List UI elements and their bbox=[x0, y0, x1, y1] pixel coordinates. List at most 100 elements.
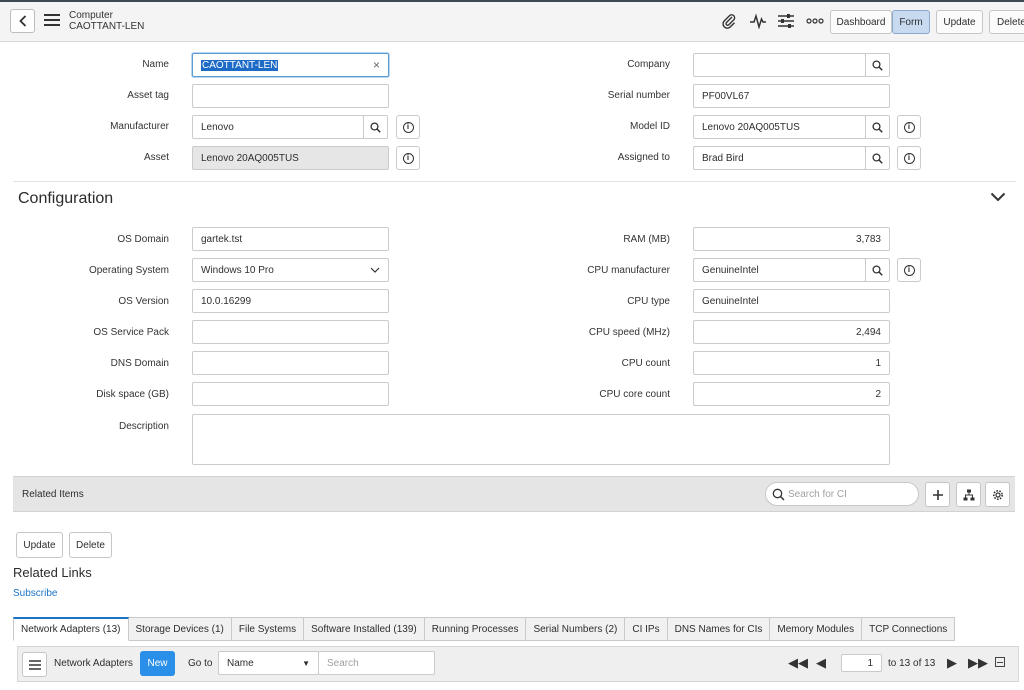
cpu-manufacturer-info-button[interactable]: i bbox=[897, 258, 921, 282]
cpu-manufacturer-label: CPU manufacturer bbox=[587, 265, 670, 276]
update-button-header[interactable]: Update bbox=[936, 10, 983, 34]
os-domain-field[interactable]: gartek.tst bbox=[192, 227, 389, 251]
os-version-field[interactable]: 10.0.16299 bbox=[192, 289, 389, 313]
clear-icon[interactable]: × bbox=[373, 58, 380, 72]
model-id-lookup-button[interactable] bbox=[865, 115, 890, 139]
last-page-icon[interactable]: ▶▶ bbox=[968, 655, 988, 671]
info-icon: i bbox=[402, 121, 414, 133]
chevron-down-icon[interactable] bbox=[990, 192, 1006, 205]
tab-memory-modules[interactable]: Memory Modules bbox=[770, 617, 863, 641]
related-links-title: Related Links bbox=[13, 565, 92, 580]
previous-page-icon[interactable]: ◀ bbox=[816, 655, 826, 671]
cpu-speed-label: CPU speed (MHz) bbox=[588, 327, 670, 338]
tab-tcp-connections[interactable]: TCP Connections bbox=[862, 617, 956, 641]
plus-icon bbox=[932, 489, 943, 500]
form-button[interactable]: Form bbox=[892, 10, 930, 34]
name-field[interactable]: CAOTTANT-LEN × bbox=[192, 53, 389, 77]
collapse-list-icon[interactable] bbox=[995, 657, 1005, 667]
delete-button-header[interactable]: Delete bbox=[989, 10, 1024, 34]
caret-down-icon: ▼ bbox=[302, 658, 310, 668]
chevron-left-icon bbox=[18, 15, 26, 27]
dependency-map-button[interactable] bbox=[956, 482, 981, 507]
page-number-input[interactable]: 1 bbox=[841, 654, 882, 672]
serial-number-field[interactable]: PF00VL67 bbox=[693, 84, 890, 108]
cpu-core-count-field[interactable]: 2 bbox=[693, 382, 890, 406]
new-button[interactable]: New bbox=[140, 651, 175, 676]
first-page-icon[interactable]: ◀◀ bbox=[788, 655, 808, 671]
add-related-button[interactable] bbox=[925, 482, 950, 507]
dashboard-button[interactable]: Dashboard bbox=[830, 10, 892, 34]
cpu-core-count-label: CPU core count bbox=[599, 389, 670, 400]
related-lists-tabs: Network Adapters (13) Storage Devices (1… bbox=[13, 617, 956, 641]
more-icon[interactable] bbox=[805, 12, 825, 30]
tab-file-systems[interactable]: File Systems bbox=[231, 617, 305, 641]
tab-dns-names[interactable]: DNS Names for CIs bbox=[667, 617, 771, 641]
tab-software-installed[interactable]: Software Installed (139) bbox=[304, 617, 425, 641]
operating-system-select[interactable]: Windows 10 Pro bbox=[192, 258, 389, 282]
serial-number-label: Serial number bbox=[607, 90, 670, 101]
configuration-section-title: Configuration bbox=[18, 190, 114, 207]
tab-storage-devices[interactable]: Storage Devices (1) bbox=[128, 617, 232, 641]
company-lookup-button[interactable] bbox=[865, 53, 890, 77]
hamburger-menu-icon bbox=[28, 659, 41, 670]
asset-tag-field[interactable] bbox=[192, 84, 389, 108]
os-service-pack-field[interactable] bbox=[192, 320, 389, 344]
asset-tag-label: Asset tag bbox=[127, 90, 169, 101]
tab-running-processes[interactable]: Running Processes bbox=[424, 617, 527, 641]
company-field[interactable] bbox=[693, 53, 866, 77]
model-id-label: Model ID bbox=[629, 121, 670, 132]
cpu-manufacturer-field[interactable]: GenuineIntel bbox=[693, 258, 866, 282]
manufacturer-lookup-button[interactable] bbox=[363, 115, 388, 139]
back-button[interactable] bbox=[10, 9, 35, 33]
ci-search-input[interactable]: Search for CI bbox=[765, 482, 919, 506]
list-menu-button[interactable] bbox=[22, 652, 47, 677]
assigned-to-info-button[interactable]: i bbox=[897, 146, 921, 170]
cpu-type-field[interactable]: GenuineIntel bbox=[693, 289, 890, 313]
search-icon bbox=[772, 488, 785, 501]
model-id-info-button[interactable]: i bbox=[897, 115, 921, 139]
tab-ci-ips[interactable]: CI IPs bbox=[625, 617, 668, 641]
related-items-title: Related Items bbox=[22, 489, 84, 500]
ci-search-placeholder: Search for CI bbox=[788, 488, 847, 500]
disk-space-field[interactable] bbox=[192, 382, 389, 406]
info-icon: i bbox=[903, 121, 915, 133]
search-icon bbox=[872, 59, 883, 71]
activity-icon[interactable] bbox=[748, 12, 768, 30]
description-textarea[interactable] bbox=[192, 414, 890, 465]
os-domain-label: OS Domain bbox=[117, 234, 169, 245]
next-page-icon[interactable]: ▶ bbox=[947, 655, 957, 671]
cpu-count-field[interactable]: 1 bbox=[693, 351, 890, 375]
tab-network-adapters[interactable]: Network Adapters (13) bbox=[13, 617, 129, 641]
ram-field[interactable]: 3,783 bbox=[693, 227, 890, 251]
info-icon: i bbox=[402, 152, 414, 164]
assigned-to-field[interactable]: Brad Bird bbox=[693, 146, 866, 170]
goto-field-select[interactable]: Name ▼ bbox=[218, 651, 319, 675]
cpu-type-label: CPU type bbox=[627, 296, 670, 307]
name-label: Name bbox=[142, 59, 169, 70]
manufacturer-field[interactable]: Lenovo bbox=[192, 115, 364, 139]
tab-serial-numbers[interactable]: Serial Numbers (2) bbox=[526, 617, 626, 641]
asset-label: Asset bbox=[143, 152, 169, 163]
update-button[interactable]: Update bbox=[16, 532, 63, 558]
section-divider bbox=[13, 181, 1016, 182]
manufacturer-info-button[interactable]: i bbox=[396, 115, 420, 139]
record-name: CAOTTANT-LEN bbox=[69, 21, 145, 32]
subscribe-link[interactable]: Subscribe bbox=[13, 588, 57, 599]
model-id-field[interactable]: Lenovo 20AQ005TUS bbox=[693, 115, 866, 139]
sliders-icon[interactable] bbox=[776, 12, 796, 30]
hamburger-menu-icon[interactable] bbox=[44, 14, 60, 26]
cpu-speed-field[interactable]: 2,494 bbox=[693, 320, 890, 344]
assigned-to-lookup-button[interactable] bbox=[865, 146, 890, 170]
disk-space-label: Disk space (GB) bbox=[96, 389, 169, 400]
paperclip-icon[interactable] bbox=[720, 12, 738, 30]
cpu-count-label: CPU count bbox=[621, 358, 670, 369]
cpu-manufacturer-lookup-button[interactable] bbox=[865, 258, 890, 282]
settings-button[interactable] bbox=[985, 482, 1010, 507]
asset-info-button[interactable]: i bbox=[396, 146, 420, 170]
dns-domain-field[interactable] bbox=[192, 351, 389, 375]
description-label: Description bbox=[118, 421, 169, 432]
delete-button[interactable]: Delete bbox=[69, 532, 112, 558]
os-service-pack-label: OS Service Pack bbox=[93, 327, 169, 338]
list-search-input[interactable]: Search bbox=[318, 651, 435, 675]
chevron-down-icon bbox=[370, 267, 380, 273]
